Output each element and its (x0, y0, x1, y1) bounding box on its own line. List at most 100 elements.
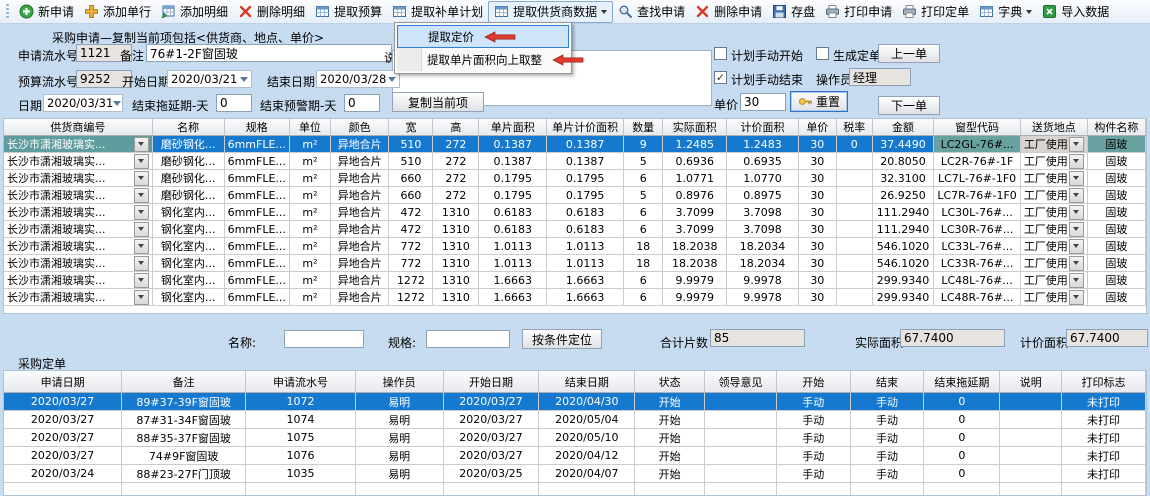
order-row[interactable]: 2020/03/2789#37-39F窗固玻1072易明2020/03/2720… (4, 393, 1146, 411)
detail-row[interactable]: 长沙市潇湘玻璃实...磨砂钢化...6mmFLE...m²异地合片6602720… (4, 170, 1146, 187)
start-date-picker[interactable]: 2020/03/21 (167, 70, 252, 88)
column-header[interactable]: 单片面积 (479, 119, 547, 136)
dropdown-button[interactable] (1069, 222, 1084, 237)
toolbar-extract-budget[interactable]: 提取预算 (310, 2, 387, 22)
dropdown-button[interactable] (1069, 154, 1084, 169)
dropdown-button[interactable] (134, 154, 149, 169)
dropdown-button[interactable] (1069, 239, 1084, 254)
column-header[interactable]: 高 (433, 119, 479, 136)
order-row[interactable]: 2020/03/2774#9F窗固玻1076易明2020/03/272020/0… (4, 447, 1146, 465)
detail-row[interactable]: 长沙市潇湘玻璃实...钢化室内...6mmFLE...m²异地合片7721310… (4, 238, 1146, 255)
column-header[interactable]: 窗型代码 (934, 119, 1020, 136)
toolbar-dictionary[interactable]: 字典 (974, 2, 1037, 22)
dropdown-button[interactable] (1069, 256, 1084, 271)
column-header[interactable]: 领导意见 (705, 371, 777, 393)
unit-price-field[interactable] (740, 93, 786, 111)
dropdown-button[interactable] (1069, 290, 1084, 305)
menu-item[interactable]: 提取定价 (397, 25, 569, 48)
toolbar-extract-supplier-data[interactable]: 提取供货商数据 (488, 1, 613, 23)
chevron-down-icon[interactable] (388, 77, 396, 82)
column-header[interactable]: 名称 (152, 119, 224, 136)
chevron-down-icon[interactable] (240, 77, 248, 82)
detail-row[interactable]: 长沙市潇湘玻璃实...磨砂钢化...6mmFLE...m²异地合片6602720… (4, 187, 1146, 204)
menu-item[interactable]: 提取单片面积向上取整 (397, 48, 569, 71)
column-header[interactable]: 申请日期 (4, 371, 122, 393)
date-picker[interactable]: 2020/03/31 (43, 94, 123, 112)
column-header[interactable]: 计价面积 (727, 119, 799, 136)
detail-row[interactable]: 长沙市潇湘玻璃实...钢化室内...6mmFLE...m²异地合片7721310… (4, 255, 1146, 272)
column-header[interactable]: 结束拖延期 (924, 371, 1000, 393)
toolbar-print-order[interactable]: 打印定单 (897, 2, 974, 22)
toolbar-extract-supplement-plan[interactable]: 提取补单计划 (387, 2, 488, 22)
dropdown-button[interactable] (134, 137, 149, 152)
column-header[interactable]: 单位 (289, 119, 330, 136)
manual-end-checkbox[interactable] (714, 71, 727, 84)
chevron-down-icon[interactable] (1026, 10, 1032, 14)
dropdown-button[interactable] (134, 222, 149, 237)
dropdown-button[interactable] (134, 256, 149, 271)
column-header[interactable]: 结束日期 (539, 371, 635, 393)
column-header[interactable]: 送货地点 (1020, 119, 1087, 136)
dropdown-button[interactable] (134, 205, 149, 220)
column-header[interactable]: 颜色 (330, 119, 388, 136)
prev-order-button[interactable]: 上一单 (878, 44, 940, 63)
column-header[interactable]: 状态 (635, 371, 705, 393)
dropdown-button[interactable] (134, 188, 149, 203)
detail-row[interactable]: 长沙市潇湘玻璃实...钢化室内...6mmFLE...m²异地合片1272131… (4, 272, 1146, 289)
dropdown-button[interactable] (134, 171, 149, 186)
column-header[interactable]: 单价 (798, 119, 836, 136)
column-header[interactable]: 供货商编号 (4, 119, 152, 136)
column-header[interactable]: 数量 (624, 119, 663, 136)
manual-start-checkbox[interactable] (714, 47, 727, 60)
column-header[interactable]: 说明 (1000, 371, 1062, 393)
operator-field[interactable] (849, 68, 911, 86)
generate-order-checkbox[interactable] (816, 47, 829, 60)
dropdown-button[interactable] (134, 290, 149, 305)
chevron-down-icon[interactable] (113, 101, 121, 106)
warn-field[interactable] (344, 94, 380, 112)
toolbar-import-data[interactable]: 导入数据 (1037, 2, 1114, 22)
filter-name-input[interactable] (284, 330, 364, 348)
column-header[interactable]: 申请流水号 (246, 371, 356, 393)
column-header[interactable]: 宽 (389, 119, 433, 136)
column-header[interactable]: 打印标志 (1062, 371, 1146, 393)
order-row[interactable]: 2020/03/2488#23-27F门顶玻1035易明2020/03/2520… (4, 465, 1146, 483)
delay-field[interactable] (216, 94, 252, 112)
filter-spec-input[interactable] (426, 330, 510, 348)
column-header[interactable]: 开始 (776, 371, 850, 393)
column-header[interactable]: 开始日期 (443, 371, 539, 393)
order-row[interactable]: 2020/03/2787#31-34F窗固玻1074易明2020/03/2720… (4, 411, 1146, 429)
toolbar-add-single-row[interactable]: 添加单行 (79, 2, 156, 22)
toolbar-new-request[interactable]: 新申请 (14, 2, 79, 22)
remark-field[interactable] (146, 44, 392, 62)
next-order-button[interactable]: 下一单 (878, 96, 940, 115)
dropdown-button[interactable] (1069, 137, 1084, 152)
end-date-picker[interactable]: 2020/03/28 (316, 70, 400, 88)
toolbar-save[interactable]: 存盘 (767, 2, 820, 22)
dropdown-button[interactable] (1069, 205, 1084, 220)
dropdown-button[interactable] (1069, 171, 1084, 186)
detail-row[interactable]: 长沙市潇湘玻璃实...钢化室内...6mmFLE...m²异地合片4721310… (4, 221, 1146, 238)
toolbar-print-request[interactable]: 打印申请 (820, 2, 897, 22)
toolbar-grip[interactable] (6, 4, 9, 20)
column-header[interactable]: 操作员 (355, 371, 443, 393)
detail-row[interactable]: 长沙市潇湘玻璃实...磨砂钢化...6mmFLE...m²异地合片5102720… (4, 136, 1146, 153)
copy-current-button[interactable]: 复制当前项 (392, 92, 484, 112)
toolbar-delete-request[interactable]: 删除申请 (690, 2, 767, 22)
reset-button[interactable]: 重置 (790, 91, 848, 112)
column-header[interactable]: 实际面积 (663, 119, 727, 136)
toolbar-search-request[interactable]: 查找申请 (613, 2, 690, 22)
toolbar-delete-detail[interactable]: 删除明细 (233, 2, 310, 22)
detail-row[interactable]: 长沙市潇湘玻璃实...磨砂钢化...6mmFLE...m²异地合片5102720… (4, 153, 1146, 170)
locate-button[interactable]: 按条件定位 (522, 329, 602, 349)
dropdown-button[interactable] (134, 239, 149, 254)
column-header[interactable]: 构件名称 (1087, 119, 1145, 136)
column-header[interactable]: 单片计价面积 (547, 119, 624, 136)
chevron-down-icon[interactable] (601, 10, 607, 14)
column-header[interactable]: 结束 (850, 371, 924, 393)
column-header[interactable]: 备注 (122, 371, 246, 393)
order-row[interactable]: 2020/03/2788#35-37F窗固玻1075易明2020/03/2720… (4, 429, 1146, 447)
column-header[interactable]: 税率 (836, 119, 872, 136)
dropdown-button[interactable] (1069, 188, 1084, 203)
detail-row[interactable]: 长沙市潇湘玻璃实...钢化室内...6mmFLE...m²异地合片1272131… (4, 289, 1146, 306)
